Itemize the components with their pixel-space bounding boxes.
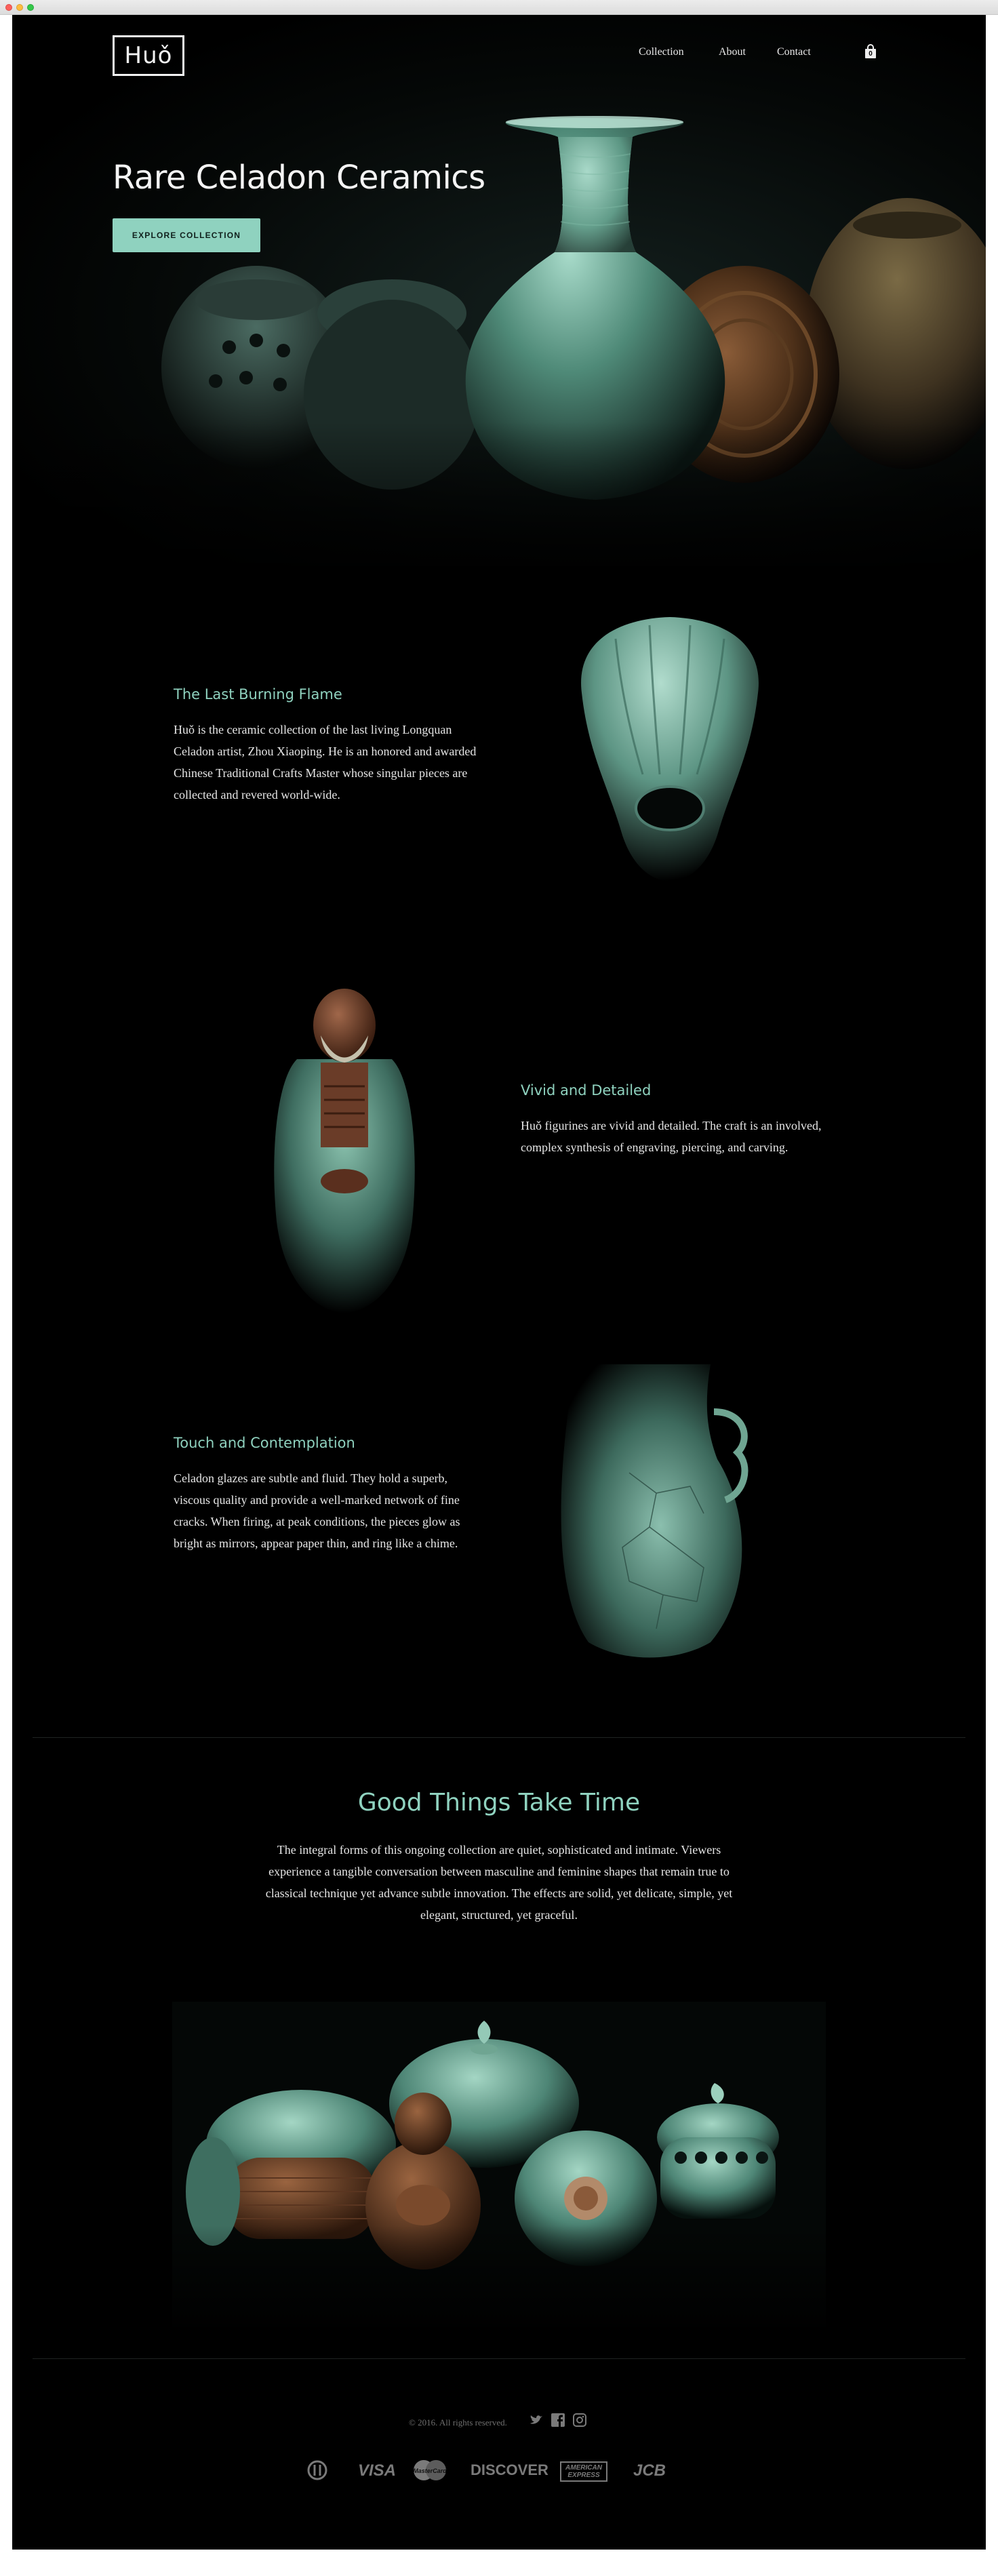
fluted-vase-image	[581, 617, 759, 881]
hero-title: Rare Celadon Ceramics	[113, 159, 485, 197]
browser-titlebar	[0, 0, 998, 15]
cart-count: 0	[869, 50, 873, 58]
collection-group-image	[172, 2002, 826, 2327]
american-express-icon: AMERICAN EXPRESS	[560, 2461, 607, 2482]
feature-title: Vivid and Detailed	[521, 1082, 652, 1098]
site-page: Huǒ Collection About Contact 0 Rare Cela…	[12, 15, 986, 2550]
svg-text:MasterCard: MasterCard	[413, 2468, 447, 2474]
section-divider	[33, 1737, 965, 1738]
feature-text: Huǒ is the ceramic collection of the las…	[174, 723, 477, 801]
minimize-window-icon[interactable]	[16, 4, 23, 11]
copyright-text: © 2016. All rights reserved.	[409, 2417, 507, 2428]
jcb-icon: JCB	[633, 2461, 666, 2480]
footer-divider	[33, 2358, 965, 2359]
instagram-icon[interactable]	[572, 2413, 587, 2428]
close-window-icon[interactable]	[5, 4, 12, 11]
twitter-icon[interactable]	[529, 2413, 544, 2428]
nav-collection-link[interactable]: Collection	[639, 46, 684, 58]
hero-ceramics-image	[12, 116, 986, 566]
figurine-image	[274, 989, 415, 1313]
crackle-vase-image	[561, 1364, 748, 1658]
nav-contact-link[interactable]: Contact	[777, 46, 811, 58]
explore-collection-button[interactable]: EXPLORE COLLECTION	[113, 218, 260, 252]
feature-title: Touch and Contemplation	[174, 1435, 355, 1451]
hero-section: Huǒ Collection About Contact 0 Rare Cela…	[12, 15, 986, 566]
discover-icon: DISCOVER	[471, 2461, 548, 2478]
good-things-text: The integral forms of this ongoing colle…	[265, 1843, 733, 1922]
feature-title: The Last Burning Flame	[174, 686, 342, 702]
mastercard-icon: MasterCard	[410, 2459, 450, 2485]
facebook-icon[interactable]	[551, 2413, 565, 2428]
feature-text: Celadon glazes are subtle and fluid. The…	[174, 1471, 460, 1550]
diners-club-icon	[304, 2460, 331, 2484]
shopping-bag-icon[interactable]: 0	[862, 43, 879, 60]
nav-about-link[interactable]: About	[719, 46, 746, 58]
good-things-title: Good Things Take Time	[357, 1789, 641, 1817]
feature-text: Huǒ figurines are vivid and detailed. Th…	[521, 1119, 822, 1154]
maximize-window-icon[interactable]	[27, 4, 34, 11]
brand-logo[interactable]: Huǒ	[113, 35, 184, 76]
visa-icon: VISA	[358, 2461, 397, 2480]
